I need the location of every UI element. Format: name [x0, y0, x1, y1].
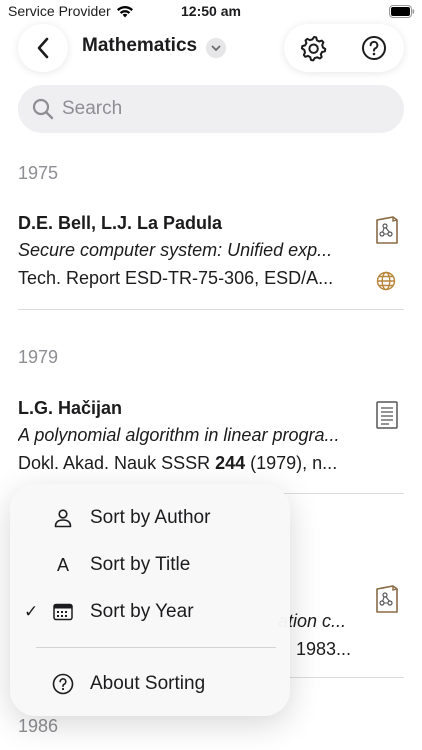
text-document-icon[interactable]	[376, 401, 398, 429]
gear-icon	[300, 36, 327, 62]
nav-actions-group	[284, 24, 404, 72]
entry-title: Secure computer system: Unified exp...	[18, 240, 333, 260]
list-item[interactable]: D.E. Bell, L.J. La Padula Secure compute…	[18, 210, 404, 298]
entry-reference: Tech. Report ESD-TR-75-306, ESD/A...	[18, 268, 334, 288]
menu-item-label: About Sorting	[90, 673, 206, 694]
entry-author: D.E. Bell, L.J. La Padula	[18, 213, 223, 233]
page-title[interactable]: Mathematics	[82, 35, 197, 57]
entry-title: A polynomial algorithm in linear progra.…	[18, 425, 340, 445]
status-bar: Service Provider 12:50 am	[0, 0, 422, 24]
ref-rest: (1979), n...	[245, 453, 338, 473]
settings-button[interactable]	[286, 24, 342, 72]
entry-author: L.G. Hačijan	[18, 398, 123, 418]
clock: 12:50 am	[181, 3, 241, 19]
search-input[interactable]	[62, 98, 382, 120]
sort-menu: Sort by Author A Sort by Title ✓ Sort by…	[10, 484, 290, 716]
menu-item-about-sorting[interactable]: About Sorting	[10, 661, 290, 707]
ref-volume: 244	[215, 453, 246, 473]
menu-item-sort-title[interactable]: A Sort by Title	[10, 542, 290, 588]
menu-item-sort-year[interactable]: ✓ Sort by Year	[10, 589, 290, 635]
year-header: 1979	[18, 347, 59, 367]
year-header: 1975	[18, 163, 59, 183]
back-button[interactable]	[18, 24, 68, 72]
chevron-left-icon	[37, 37, 49, 59]
year-header: 1986	[18, 716, 59, 736]
menu-separator	[36, 647, 276, 648]
entry-title: ation c...	[278, 611, 347, 631]
wifi-icon	[117, 6, 133, 18]
help-button[interactable]	[346, 24, 402, 72]
diagram-document-icon[interactable]	[376, 585, 398, 613]
globe-icon[interactable]	[376, 271, 396, 291]
search-icon	[32, 98, 54, 120]
list-item[interactable]: L.G. Hačijan A polynomial algorithm in l…	[18, 395, 404, 483]
title-menu-button[interactable]	[206, 38, 226, 58]
search-bar[interactable]	[18, 85, 404, 133]
letter-a-icon: A	[56, 554, 69, 575]
menu-item-label: Sort by Title	[90, 554, 191, 575]
divider	[18, 309, 404, 310]
menu-item-label: Sort by Year	[90, 601, 194, 622]
carrier-label: Service Provider	[8, 3, 111, 19]
ref-journal: Dokl. Akad. Nauk SSSR	[18, 453, 216, 473]
question-circle-icon	[362, 36, 386, 60]
menu-item-label: Sort by Author	[90, 507, 211, 528]
menu-item-sort-author[interactable]: Sort by Author	[10, 495, 290, 541]
question-circle-icon	[52, 673, 74, 695]
calendar-icon	[52, 601, 74, 623]
entry-reference: 1983...	[296, 639, 352, 659]
chevron-down-icon	[211, 45, 221, 51]
checkmark-icon: ✓	[24, 602, 39, 621]
battery-icon	[389, 5, 415, 18]
entry-reference: Dokl. Akad. Nauk SSSR 244 (1979), n...	[18, 449, 362, 477]
person-icon	[52, 507, 74, 529]
diagram-document-icon[interactable]	[376, 216, 398, 244]
